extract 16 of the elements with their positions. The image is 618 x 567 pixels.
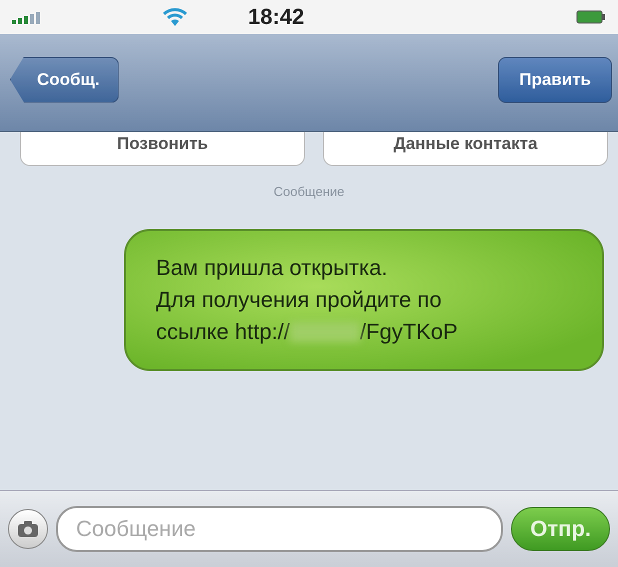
signal-icon: [12, 10, 42, 24]
wifi-icon: [162, 7, 188, 27]
thread-label: Сообщение: [274, 184, 344, 199]
message-text: /FgyTKoP: [360, 319, 458, 345]
camera-button[interactable]: [8, 509, 48, 549]
message-text: Вам пришла открытка.: [156, 255, 388, 281]
contact-action-button[interactable]: Данные контакта: [323, 132, 608, 166]
back-button[interactable]: Сообщ.: [10, 56, 119, 102]
message-text: Для получения пройдите по: [156, 287, 443, 313]
contact-action-button[interactable]: Позвонить: [20, 132, 305, 166]
message-text: ссылке http://: [156, 319, 290, 345]
battery-icon: [576, 10, 606, 24]
edit-button[interactable]: Править: [498, 56, 612, 102]
message-input[interactable]: Сообщение: [56, 506, 504, 552]
camera-icon: [17, 520, 39, 538]
status-time: 18:42: [248, 4, 306, 30]
